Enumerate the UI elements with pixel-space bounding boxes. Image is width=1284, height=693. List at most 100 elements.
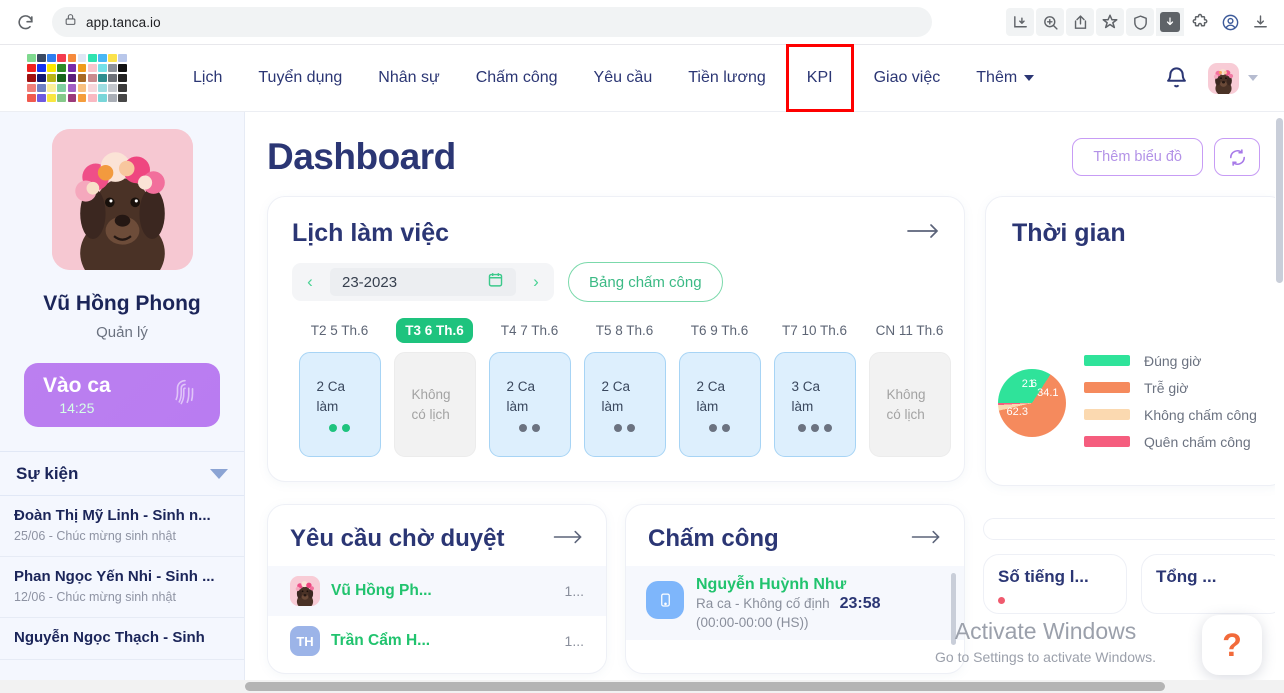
shift-cell[interactable]: 2 Ca làm <box>488 352 571 457</box>
chevron-down-icon[interactable] <box>1248 75 1258 81</box>
request-row[interactable]: TH Trần Cẩm H... 1... <box>268 616 606 666</box>
logo-tile <box>47 63 56 73</box>
extensions-puzzle-icon[interactable] <box>1186 8 1214 36</box>
hours-card[interactable]: Số tiếng l... <box>983 554 1127 614</box>
logo-tile <box>47 93 56 102</box>
nav-item-nhân-sự[interactable]: Nhân sự <box>360 45 457 111</box>
day-cell[interactable]: CN 11 Th.6 Không có lịch <box>862 318 957 457</box>
legend-row[interactable]: Trễ giờ <box>1084 374 1257 401</box>
day-label[interactable]: T6 9 Th.6 <box>682 318 758 343</box>
nav-item-yêu-cầu[interactable]: Yêu cầu <box>576 45 671 111</box>
share-icon[interactable] <box>1066 8 1094 36</box>
shift-cell[interactable]: 2 Ca làm <box>678 352 761 457</box>
shift-cell[interactable]: Không có lịch <box>393 352 476 457</box>
shift-dot <box>709 424 717 433</box>
nav-item-tiền-lương[interactable]: Tiền lương <box>670 45 784 111</box>
day-label[interactable]: T5 8 Th.6 <box>587 318 663 343</box>
reload-icon[interactable] <box>10 7 40 37</box>
refresh-button[interactable] <box>1214 138 1260 176</box>
logo-tile <box>108 83 117 93</box>
day-cell[interactable]: T2 5 Th.6 2 Ca làm <box>292 318 387 457</box>
week-field[interactable]: 23-2023 <box>330 268 516 296</box>
shift-cell[interactable]: Không có lịch <box>868 352 951 457</box>
logo-tile <box>108 93 117 102</box>
status-dot <box>998 597 1005 604</box>
add-chart-button[interactable]: Thêm biểu đồ <box>1072 138 1203 176</box>
calendar-icon[interactable] <box>487 271 504 293</box>
downloads-tray-icon[interactable] <box>1246 8 1274 36</box>
day-cell[interactable]: T6 9 Th.6 2 Ca làm <box>672 318 767 457</box>
day-cell[interactable]: T5 8 Th.6 2 Ca làm <box>577 318 672 457</box>
legend-swatch <box>1084 436 1130 447</box>
request-time: 1... <box>564 583 584 599</box>
shift-cell[interactable]: 3 Ca làm <box>773 352 856 457</box>
user-avatar[interactable] <box>1208 62 1239 94</box>
nav-item-kpi[interactable]: KPI <box>785 44 854 112</box>
day-label[interactable]: T2 5 Th.6 <box>302 318 378 343</box>
logo-tile <box>87 54 97 63</box>
nav-item-giao-việc[interactable]: Giao việc <box>856 45 959 111</box>
shift-dot <box>810 424 819 433</box>
profile-icon[interactable] <box>1216 8 1244 36</box>
nav-item-tuyển-dụng[interactable]: Tuyển dụng <box>240 45 360 111</box>
event-item[interactable]: Đoàn Thị Mỹ Linh - Sinh n... 25/06 - Chúc… <box>0 496 244 557</box>
day-cell[interactable]: T4 7 Th.6 2 Ca làm <box>482 318 577 457</box>
nav-item-chấm-công[interactable]: Chấm công <box>458 45 576 111</box>
chevron-down-icon[interactable] <box>210 468 228 479</box>
day-label[interactable]: T3 6 Th.6 <box>396 318 473 343</box>
page-scrollbar[interactable] <box>1275 112 1284 693</box>
shift-cell[interactable]: 2 Ca làm <box>583 352 666 457</box>
horizontal-scrollbar[interactable] <box>0 680 1284 693</box>
shift-dots <box>797 424 832 433</box>
timesheet-button[interactable]: Bảng chấm công <box>568 262 723 302</box>
day-cell[interactable]: T7 10 Th.6 3 Ca làm <box>767 318 862 457</box>
attendance-row[interactable]: Nguyễn Huỳnh Như Ra ca - Không cố định 23:… <box>626 566 964 640</box>
day-cell[interactable]: T3 6 Th.6 Không có lịch <box>387 318 482 457</box>
arrow-right-icon[interactable] <box>910 528 942 551</box>
nav-item-lịch[interactable]: Lịch <box>175 45 240 111</box>
chevron-left-icon[interactable]: ‹ <box>292 263 328 301</box>
attendance-scrollbar[interactable] <box>951 573 956 645</box>
event-item[interactable]: Nguyễn Ngọc Thạch - Sinh <box>0 618 244 660</box>
header-actions: Thêm biểu đồ <box>1072 138 1260 176</box>
download-arrow-icon[interactable] <box>1156 8 1184 36</box>
attendance-title: Chấm công <box>648 525 779 552</box>
day-label[interactable]: T7 10 Th.6 <box>773 318 856 343</box>
help-button[interactable]: ? <box>1202 615 1262 675</box>
address-bar[interactable]: app.tanca.io <box>52 7 932 37</box>
legend-row[interactable]: Không chấm công <box>1084 401 1257 428</box>
arrow-right-icon[interactable] <box>906 221 940 246</box>
shift-cell[interactable]: 2 Ca làm <box>298 352 381 457</box>
legend-row[interactable]: Quên chấm công <box>1084 428 1257 455</box>
request-name: Vũ Hồng Ph... <box>331 582 432 599</box>
legend-row[interactable]: Đúng giờ <box>1084 347 1257 374</box>
logo-tile <box>67 83 77 93</box>
logo-tile <box>67 73 77 83</box>
shield-icon[interactable] <box>1126 8 1154 36</box>
events-section-header[interactable]: Sự kiện <box>0 451 244 496</box>
total-card[interactable]: Tổng ... <box>1141 554 1284 614</box>
dashboard-row-2: Yêu cầu chờ duyệt Vũ Hồng Ph... 1... TH Trầ… <box>267 504 1284 674</box>
nav-item-more[interactable]: Thêm <box>958 45 1052 111</box>
arrow-right-icon[interactable] <box>552 528 584 551</box>
chevron-right-icon[interactable]: › <box>518 263 554 301</box>
browser-toolbar: app.tanca.io <box>0 0 1284 45</box>
logo-tile <box>47 83 56 93</box>
install-app-icon[interactable] <box>1006 8 1034 36</box>
profile-avatar[interactable] <box>51 129 193 270</box>
event-item[interactable]: Phan Ngọc Yến Nhi - Sinh ... 12/06 - Chúc… <box>0 557 244 618</box>
logo-tile <box>27 63 36 73</box>
notification-bell-icon[interactable] <box>1163 64 1190 93</box>
logo-tile <box>27 54 36 63</box>
logo-tile <box>118 63 127 73</box>
tanca-logo[interactable] <box>27 54 127 102</box>
zoom-icon[interactable] <box>1036 8 1064 36</box>
request-row[interactable]: Vũ Hồng Ph... 1... <box>268 566 606 616</box>
request-name: Trần Cẩm H... <box>331 632 431 649</box>
day-label[interactable]: CN 11 Th.6 <box>867 318 953 343</box>
week-picker[interactable]: ‹ 23-2023 › <box>292 263 554 301</box>
bookmark-star-icon[interactable] <box>1096 8 1124 36</box>
day-label[interactable]: T4 7 Th.6 <box>492 318 568 343</box>
week-days-row: T2 5 Th.6 2 Ca làm T3 6 Th.6 Không có lịch T4 … <box>292 318 951 457</box>
check-in-button[interactable]: Vào ca 14:25 <box>24 363 220 427</box>
